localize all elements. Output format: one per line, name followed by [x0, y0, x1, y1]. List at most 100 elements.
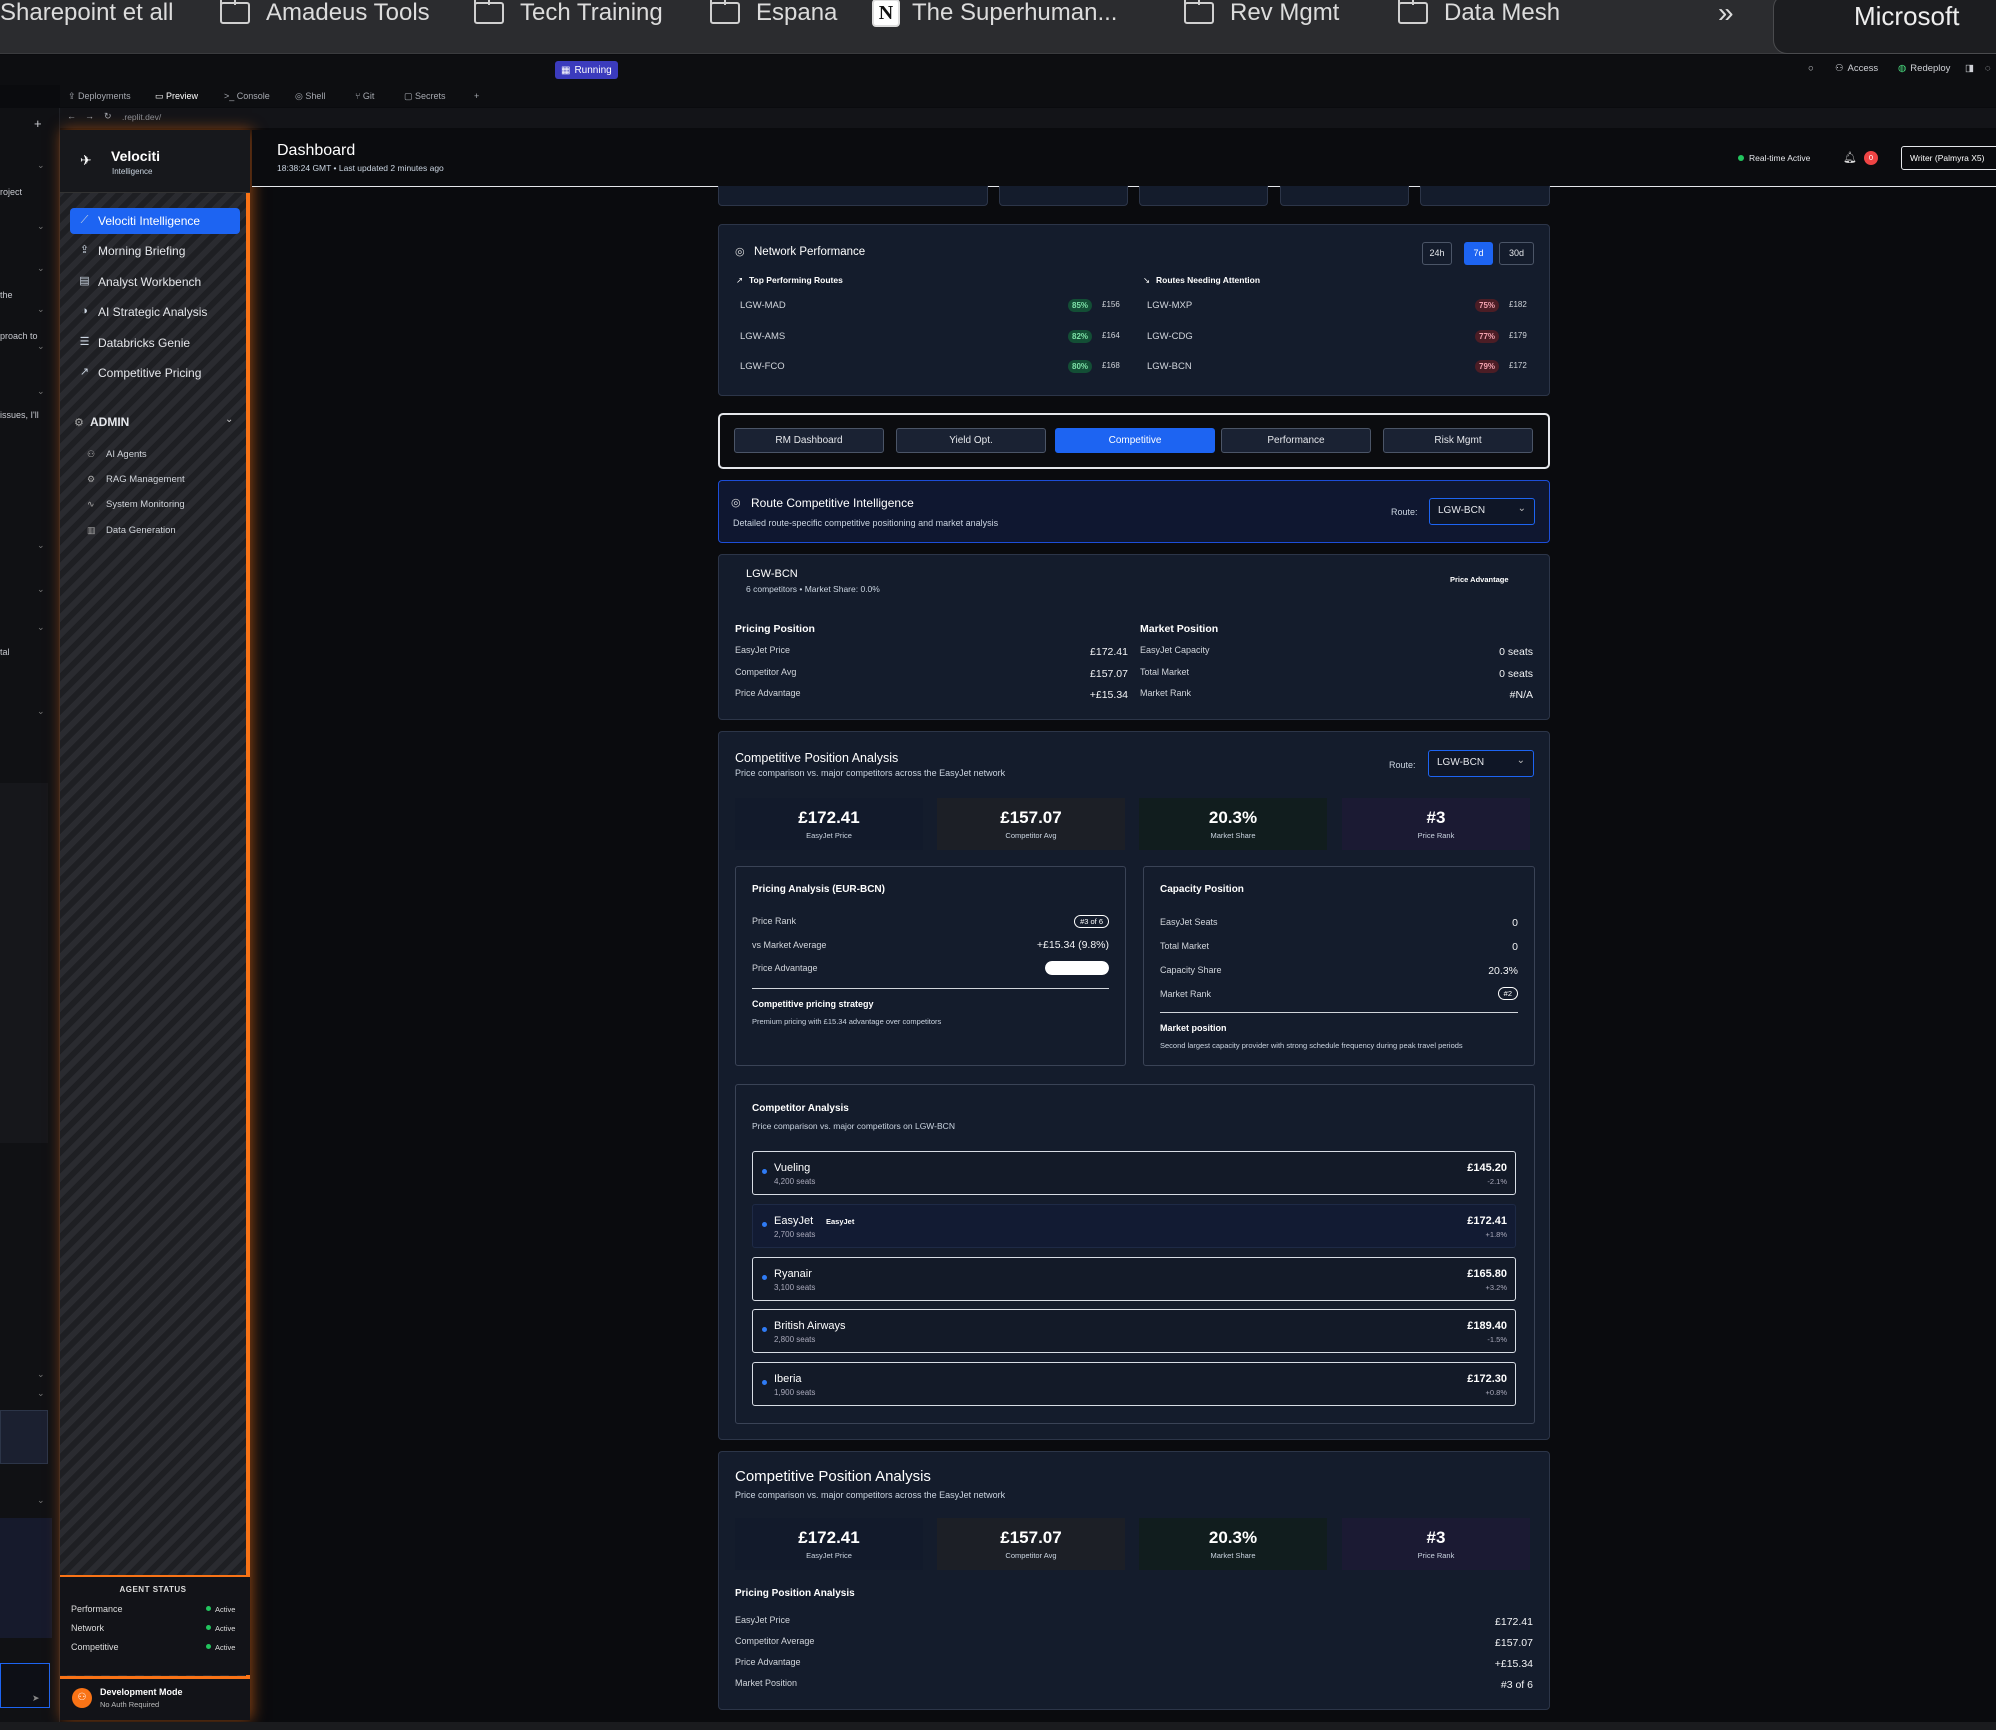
bookmark-data-mesh[interactable]: Data Mesh [1398, 0, 1560, 26]
competitor-row[interactable]: Ryanair 3,100 seats £165.80 +3.2% [752, 1257, 1516, 1301]
access-button[interactable]: ⚇ Access [1835, 63, 1878, 74]
bookmark-superhuman[interactable]: N The Superhuman... [872, 0, 1117, 27]
tab-shell[interactable]: ◎ Shell [295, 91, 325, 102]
bookmark-tech-training[interactable]: Tech Training [474, 0, 663, 26]
competitor-change: +3.2% [1485, 1283, 1507, 1292]
tab-console[interactable]: >_ Console [224, 91, 270, 101]
network-title: Network Performance [754, 246, 866, 258]
redeploy-button[interactable]: ◍ Redeploy [1898, 63, 1950, 74]
bookmark-sharepoint[interactable]: Sharepoint et all [0, 0, 173, 26]
profile-mini-icon[interactable]: ◌ [1985, 63, 1991, 74]
tab-yield-opt[interactable]: Yield Opt. [896, 428, 1046, 453]
sidebar-item-velociti-intelligence[interactable]: ⟋ Velociti Intelligence [70, 208, 240, 234]
chevron-down-icon[interactable]: ⌄ [37, 263, 45, 274]
tab-git[interactable]: ⑂ Git [355, 91, 374, 101]
period-24h-button[interactable]: 24h [1422, 242, 1452, 265]
chevron-down-icon[interactable]: ⌄ [37, 1388, 45, 1399]
admin-item-data-generation[interactable]: ▥ Data Generation [87, 525, 176, 536]
agent-status-title: AGENT STATUS [119, 1585, 187, 1594]
sidebar-item-databricks-genie[interactable]: ☰ Databricks Genie [70, 330, 240, 356]
forward-icon[interactable]: → [85, 111, 94, 121]
chevron-down-icon[interactable]: ⌄ [37, 1369, 45, 1380]
chevron-down-icon[interactable]: ⌄ [37, 540, 45, 551]
chevron-down-icon[interactable]: ⌄ [37, 1495, 45, 1506]
competitor-price: £165.80 [1467, 1268, 1507, 1280]
chevron-down-icon[interactable]: ⌄ [37, 622, 45, 633]
competitor-row-easyjet[interactable]: EasyJet EasyJet 2,700 seats £172.41 +1.8… [752, 1204, 1516, 1248]
sidebar-item-analyst-workbench[interactable]: ▤ Analyst Workbench [70, 269, 240, 295]
dev-mode-panel: ⚇ Development Mode No Auth Required [60, 1676, 250, 1720]
admin-item-system-monitoring[interactable]: ∿ System Monitoring [87, 499, 185, 510]
bookmark-amadeus[interactable]: Amadeus Tools [220, 0, 430, 26]
chevron-down-icon[interactable]: ⌄ [37, 584, 45, 595]
bookmark-rev-mgmt[interactable]: Rev Mgmt [1184, 0, 1339, 26]
tab-deployments[interactable]: ⇪ Deployments [68, 91, 131, 102]
chevron-down-icon[interactable]: ⌄ [225, 414, 233, 425]
competitor-row[interactable]: British Airways 2,800 seats £189.40 -1.5… [752, 1309, 1516, 1353]
easyjet-tag: EasyJet [826, 1217, 855, 1226]
competitor-change: +1.8% [1485, 1230, 1507, 1239]
chevron-down-icon[interactable]: ⌄ [37, 304, 45, 315]
tab-performance[interactable]: Performance [1221, 428, 1371, 453]
pricing-analysis-label: Price Rank [752, 916, 797, 926]
route-ci-card: ◎ Route Competitive Intelligence Detaile… [718, 480, 1550, 543]
more-bookmarks-icon[interactable]: » [1718, 0, 1734, 28]
tab-secrets[interactable]: ▢ Secrets [404, 91, 446, 102]
search-icon[interactable]: ○ [1808, 63, 1814, 74]
route-pct-badge: 85% [1068, 299, 1093, 312]
route-select[interactable]: LGW-BCN ⌄ [1429, 498, 1535, 525]
new-tab-button[interactable]: + [474, 91, 479, 101]
capacity-label: Capacity Share [1160, 965, 1222, 975]
realtime-dot [1738, 155, 1744, 161]
kpi-value: #3 [1426, 808, 1446, 827]
profile-button[interactable]: Microsoft [1773, 0, 1996, 54]
tab-preview[interactable]: ▭ Preview [155, 91, 198, 102]
chevron-down-icon[interactable]: ⌄ [37, 386, 45, 397]
url-bar[interactable]: .replit.dev/ [60, 108, 1996, 128]
competitor-seats: 3,100 seats [774, 1283, 816, 1292]
pricing-label: Price Advantage [735, 688, 801, 698]
period-30d-button[interactable]: 30d [1499, 242, 1534, 265]
tab-competitive[interactable]: Competitive [1055, 428, 1215, 453]
sidebar-item-ai-strategic-analysis[interactable]: ◑ AI Strategic Analysis [70, 299, 240, 325]
ppa-value: £157.07 [1495, 1637, 1533, 1649]
page-title: Dashboard [277, 142, 356, 159]
kpi-easyjet-price: £172.41 EasyJet Price [735, 798, 923, 850]
run-status-button[interactable]: ▦ Running [555, 61, 618, 79]
kpi-value: £157.07 [1000, 808, 1062, 827]
competitor-row[interactable]: Iberia 1,900 seats £172.30 +0.8% [752, 1362, 1516, 1406]
route-price: £172 [1509, 361, 1527, 370]
period-7d-button[interactable]: 7d [1464, 242, 1493, 265]
top-routes-title: Top Performing Routes [749, 275, 843, 285]
bookmark-espana[interactable]: Espana [710, 0, 837, 26]
competitor-analysis-subtitle: Price comparison vs. major competitors o… [752, 1121, 955, 1131]
add-icon[interactable]: + [34, 116, 42, 131]
sidebar-item-morning-briefing[interactable]: ⇪ Morning Briefing [70, 238, 240, 264]
chevron-down-icon: ⌄ [1516, 755, 1525, 766]
chevron-down-icon[interactable]: ⌄ [37, 160, 45, 171]
reload-icon[interactable]: ↻ [104, 111, 112, 122]
sidebar-item-competitive-pricing[interactable]: ↗ Competitive Pricing [70, 360, 240, 386]
tab-risk-mgmt[interactable]: Risk Mgmt [1383, 428, 1533, 453]
model-selector[interactable]: Writer (Palmyra X5) [1901, 146, 1996, 170]
user-icon: ⚇ [72, 1688, 92, 1708]
admin-item-ai-agents[interactable]: ⚇ AI Agents [87, 449, 147, 460]
send-icon[interactable]: ➤ [32, 1693, 40, 1704]
admin-item-label: System Monitoring [106, 499, 185, 510]
chat-thumbnail [0, 1410, 48, 1464]
route-select[interactable]: LGW-BCN ⌄ [1428, 750, 1534, 777]
strategy-text: Premium pricing with £15.34 advantage ov… [752, 1017, 942, 1026]
window-icon[interactable]: ◨ [1965, 63, 1974, 74]
back-icon[interactable]: ← [67, 111, 76, 121]
market-label: Market Rank [1140, 688, 1192, 698]
competitor-row[interactable]: Vueling 4,200 seats £145.20 -2.1% [752, 1151, 1516, 1195]
database-icon: ☰ [79, 336, 90, 348]
tab-rm-dashboard[interactable]: RM Dashboard [734, 428, 884, 453]
chevron-down-icon[interactable]: ⌄ [37, 706, 45, 717]
admin-item-rag-management[interactable]: ⚙ RAG Management [87, 474, 185, 485]
chat-input[interactable] [0, 1663, 50, 1708]
chevron-down-icon[interactable]: ⌄ [37, 221, 45, 232]
pricing-position-title: Pricing Position [735, 623, 815, 635]
bell-icon[interactable]: 🔔︎ [1843, 151, 1857, 164]
chevron-down-icon[interactable]: ⌄ [37, 341, 45, 352]
